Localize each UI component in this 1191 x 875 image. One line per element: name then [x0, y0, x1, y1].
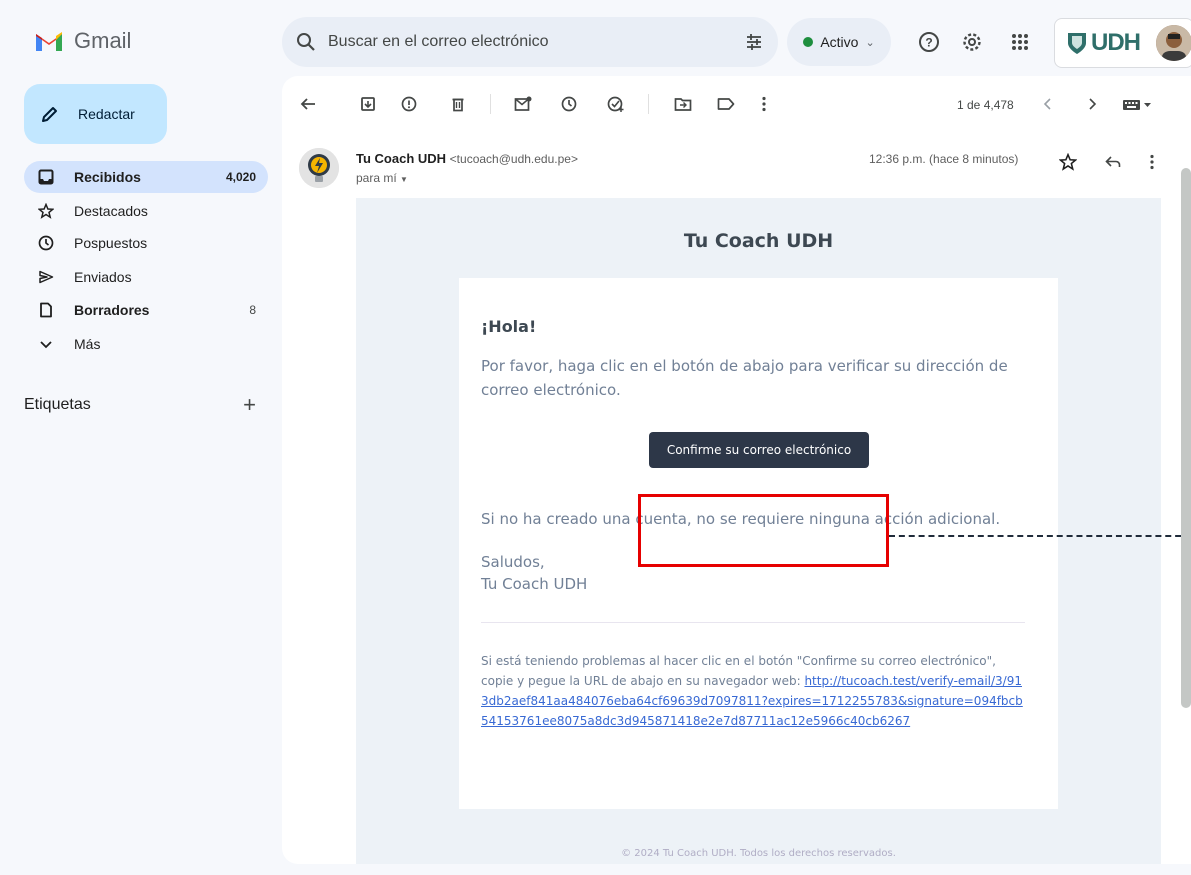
gmail-wordmark: Gmail [74, 28, 132, 53]
pencil-icon [42, 107, 57, 122]
signature-text: Tu Coach UDH [481, 575, 588, 593]
search-input[interactable]: Buscar en el correo electrónico [328, 33, 744, 51]
more-vert-icon[interactable] [752, 92, 776, 116]
confirm-email-button[interactable]: Confirme su correo electrónico [649, 432, 869, 468]
input-tools-keyboard-icon[interactable] [1118, 92, 1158, 116]
newer-chevron-icon[interactable] [1036, 92, 1060, 116]
sidebar-item-label: Más [74, 336, 101, 352]
apps-grid-icon[interactable] [1008, 30, 1032, 54]
gmail-logo[interactable]: Gmail [34, 28, 131, 54]
search-icon[interactable] [296, 32, 316, 52]
salutation-text: Saludos, [481, 553, 545, 571]
email-intro-text: Por favor, haga clic en el botón de abaj… [481, 357, 1008, 399]
highlight-box [638, 494, 889, 567]
message-time: 12:36 p.m. (hace 8 minutos) [869, 152, 1019, 166]
email-closing: Saludos, Tu Coach UDH [481, 551, 587, 595]
sidebar-item-starred[interactable]: Destacados [24, 195, 268, 227]
archive-icon[interactable] [356, 92, 380, 116]
sender-avatar[interactable] [299, 148, 339, 188]
pager-text: 1 de 4,478 [957, 98, 1014, 112]
inbox-icon [36, 167, 56, 187]
troubleshoot-text: Si está teniendo problemas al hacer clic… [481, 651, 1026, 731]
snooze-clock-icon[interactable] [557, 92, 581, 116]
sidebar-item-drafts[interactable]: Borradores 8 [24, 294, 268, 326]
add-label-button[interactable]: + [243, 392, 256, 418]
toolbar-divider [490, 94, 491, 114]
sidebar-item-label: Enviados [74, 269, 132, 285]
add-task-icon[interactable] [604, 92, 628, 116]
chevron-down-icon: ⌄ [865, 36, 875, 49]
annotation-dashed-line [889, 535, 1191, 537]
sidebar-item-sent[interactable]: Enviados [24, 261, 268, 293]
help-icon[interactable]: ? [917, 30, 941, 54]
sender-name[interactable]: Tu Coach UDH [356, 151, 446, 166]
mark-unread-icon[interactable] [511, 92, 535, 116]
back-arrow-icon[interactable] [296, 92, 320, 116]
sidebar-item-label: Pospuestos [74, 235, 148, 251]
older-chevron-icon[interactable] [1080, 92, 1104, 116]
star-icon [36, 201, 56, 221]
gmail-m-icon [36, 32, 62, 51]
labels-title: Etiquetas [24, 396, 91, 413]
status-button[interactable]: Activo ⌄ [787, 18, 891, 66]
email-greeting: ¡Hola! [481, 317, 537, 336]
udh-shield-icon [1068, 33, 1086, 54]
svg-text:?: ? [925, 36, 932, 50]
status-label: Activo [820, 34, 859, 50]
recipient-details-toggle[interactable]: para mí ▼ [356, 171, 408, 185]
move-to-folder-icon[interactable] [671, 92, 695, 116]
label-tag-icon[interactable] [714, 92, 738, 116]
email-footer: © 2024 Tu Coach UDH. Todos los derechos … [621, 848, 896, 859]
send-icon [36, 267, 56, 287]
star-icon[interactable] [1056, 150, 1080, 174]
card-divider [481, 622, 1025, 623]
recipient-label: para mí [356, 171, 397, 185]
sidebar-item-more[interactable]: Más [24, 328, 268, 360]
sidebar-item-snoozed[interactable]: Pospuestos [24, 227, 268, 259]
report-spam-icon[interactable] [397, 92, 421, 116]
scrollbar-thumb[interactable] [1181, 168, 1191, 708]
sidebar-item-inbox[interactable]: Recibidos 4,020 [24, 161, 268, 193]
user-avatar[interactable] [1156, 25, 1191, 61]
unread-count: 4,020 [225, 170, 256, 184]
settings-gear-icon[interactable] [960, 30, 984, 54]
search-bar[interactable]: Buscar en el correo electrónico [282, 17, 778, 67]
status-dot-icon [803, 37, 814, 47]
sidebar-item-label: Destacados [74, 203, 148, 219]
sidebar-item-label: Recibidos [74, 169, 141, 185]
draft-file-icon [36, 300, 56, 320]
compose-label: Redactar [78, 106, 135, 122]
clock-icon [36, 233, 56, 253]
sender-email: <tucoach@udh.edu.pe> [449, 152, 578, 166]
compose-button[interactable]: Redactar [24, 84, 167, 144]
more-vert-icon[interactable] [1140, 150, 1164, 174]
chevron-down-icon [36, 334, 56, 354]
search-options-icon[interactable] [744, 32, 764, 52]
message-panel: 1 de 4,478 Tu Coach UDH <tucoach@udh.edu… [282, 76, 1191, 864]
toolbar-divider [648, 94, 649, 114]
org-logo-text: UDH [1091, 29, 1141, 56]
reply-arrow-icon[interactable] [1101, 150, 1125, 174]
caret-down-icon: ▼ [400, 175, 408, 184]
sidebar-item-label: Borradores [74, 302, 150, 318]
draft-count: 8 [249, 303, 256, 317]
email-title: Tu Coach UDH [683, 230, 834, 252]
sender-line: Tu Coach UDH <tucoach@udh.edu.pe> [356, 151, 578, 166]
trash-icon[interactable] [446, 92, 470, 116]
labels-header: Etiquetas + [24, 392, 268, 418]
